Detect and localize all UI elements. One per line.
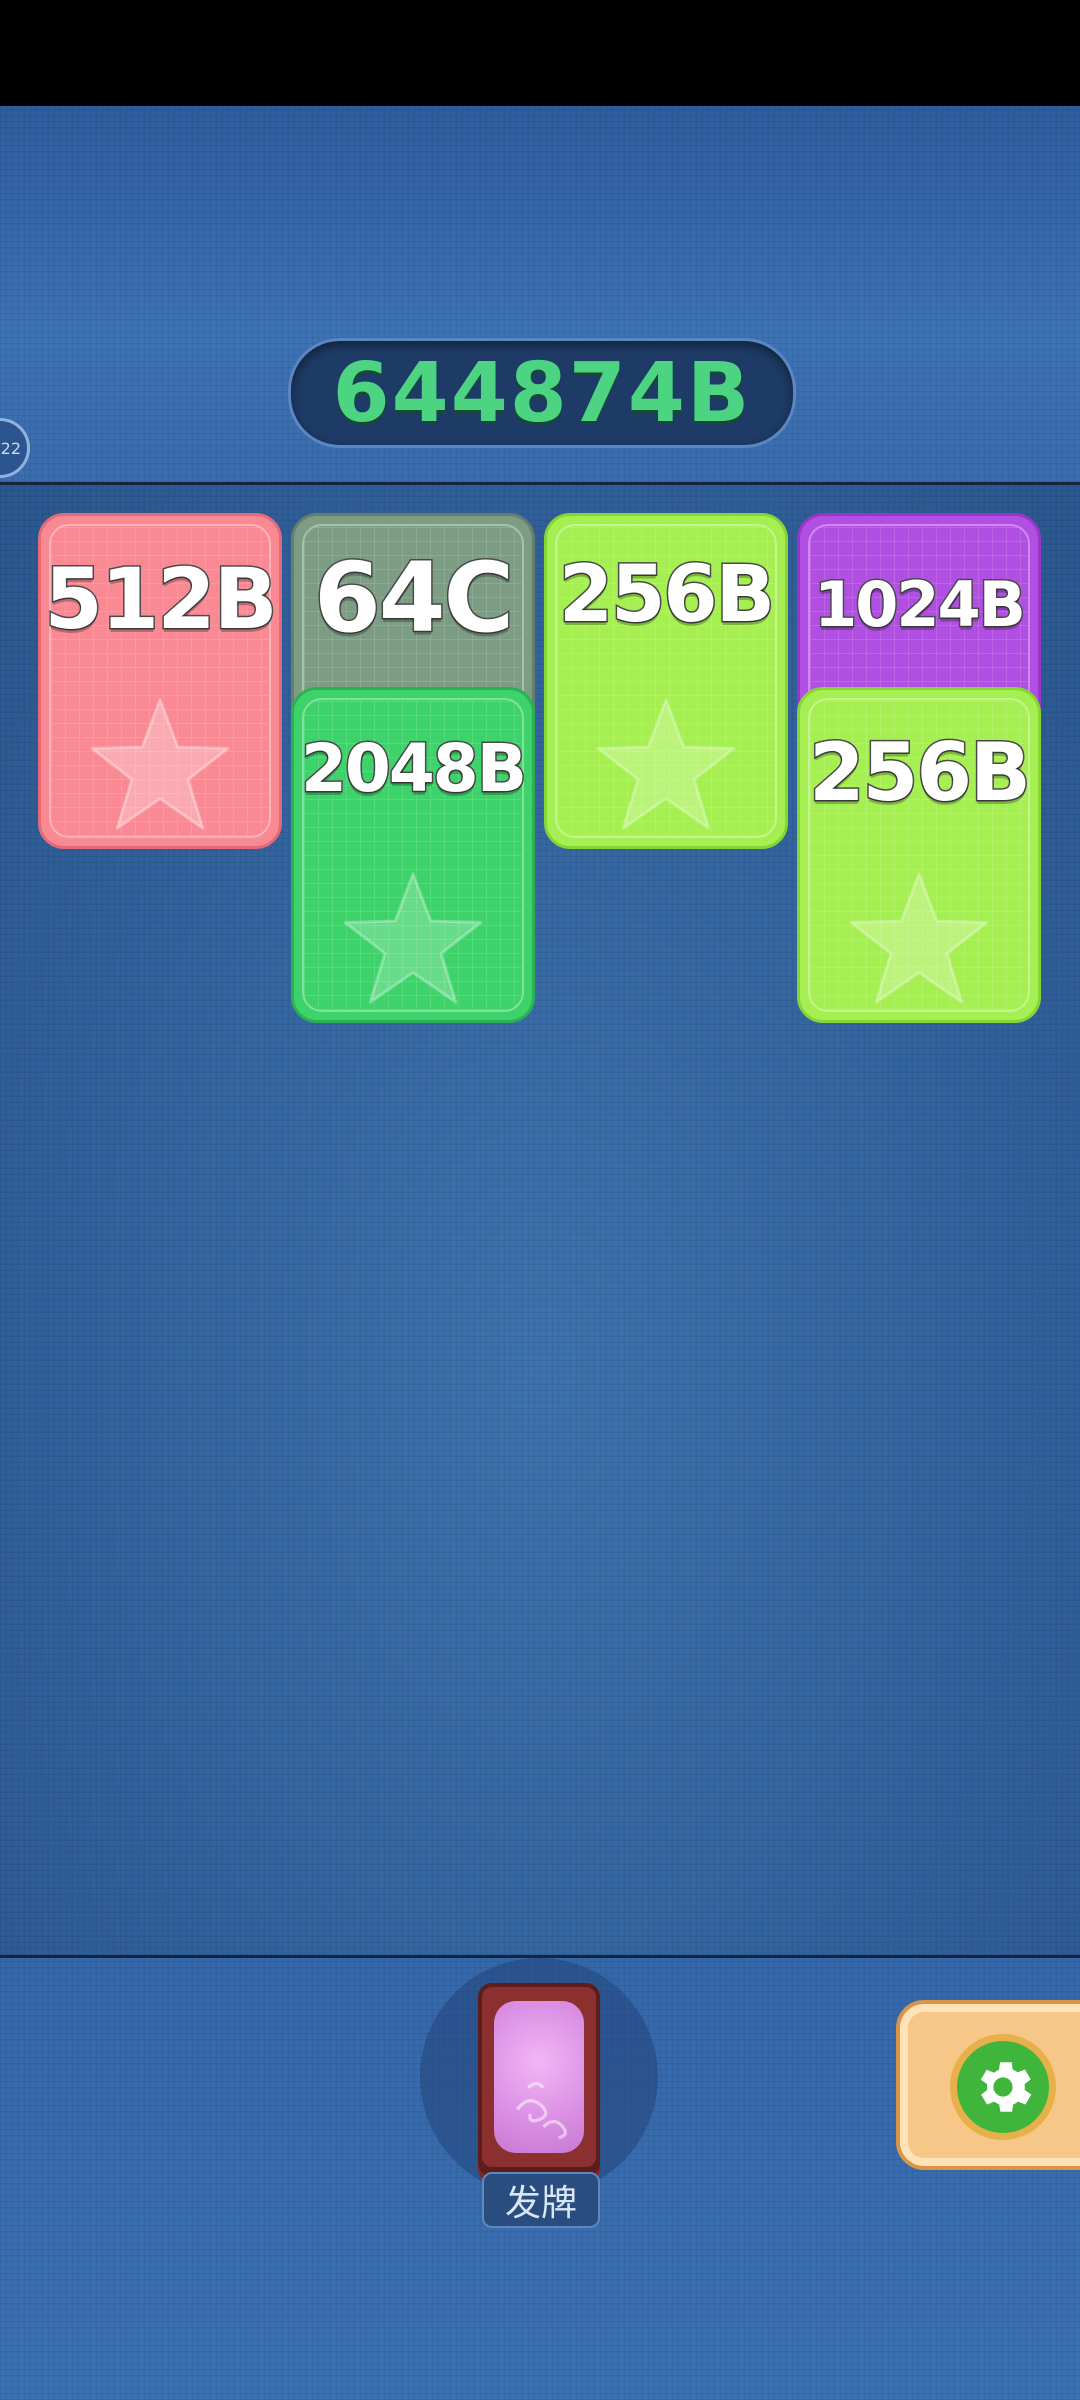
settings-button[interactable]	[896, 2000, 1080, 2170]
card-label: 64C	[312, 541, 515, 656]
card-label: 2048B	[300, 729, 529, 809]
card[interactable]: 256B	[544, 513, 788, 849]
score-display: 644874B	[288, 338, 796, 448]
card[interactable]: 256B	[797, 687, 1041, 1023]
card-label: 256B	[808, 725, 1033, 821]
card-label: 512B	[43, 549, 279, 650]
star-icon	[596, 698, 736, 830]
swirl-icon	[515, 2081, 567, 2140]
deal-button[interactable]: 发牌	[482, 2172, 600, 2228]
card-label: 256B	[557, 549, 776, 642]
card[interactable]: 512B	[38, 513, 282, 849]
status-bar	[0, 0, 1080, 106]
card-label: 1024B	[813, 567, 1028, 643]
score-value: 644874B	[332, 345, 752, 441]
card-deck-icon[interactable]	[478, 1983, 600, 2171]
gear-icon	[980, 2062, 1032, 2112]
star-icon	[849, 872, 989, 1004]
star-icon	[343, 872, 483, 1004]
card[interactable]: 2048B	[291, 687, 535, 1023]
side-badge-label: 22	[0, 438, 21, 458]
deal-label: 发牌	[504, 2183, 577, 2224]
star-icon	[90, 698, 230, 830]
